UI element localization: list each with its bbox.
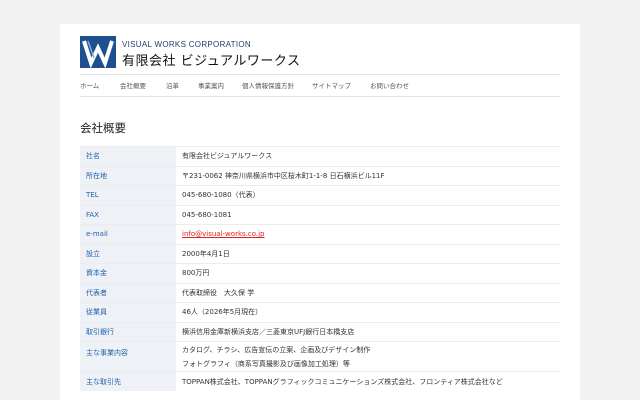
logo-japanese-name: 有限会社 ビジュアルワークス xyxy=(122,54,301,69)
row-label: 代表者 xyxy=(80,282,176,303)
table-row: FAX 045-680-1081 xyxy=(80,204,560,225)
table-row: 主な事業内容 カタログ、チラシ、広告宣伝の立案、企画及びデザイン制作 フォトグラ… xyxy=(80,341,560,372)
row-label: 取引銀行 xyxy=(80,321,176,342)
table-row: e-mail info@visual-works.co.jp xyxy=(80,224,560,244)
table-row: TEL 045-680-1080（代表） xyxy=(80,185,560,205)
row-value: 有限会社ビジュアルワークス xyxy=(176,146,560,166)
row-value: 〒231-0062 神奈川県横浜市中区桜木町1-1-8 日石横浜ビル11F xyxy=(176,165,560,186)
row-label: 所在地 xyxy=(80,165,176,186)
nav-sitemap[interactable]: サイトマップ xyxy=(312,80,370,90)
page-title: 会社概要 xyxy=(80,121,126,135)
nav-business[interactable]: 事業案内 xyxy=(198,80,242,90)
table-row: 社名 有限会社ビジュアルワークス xyxy=(80,146,560,166)
table-row: 所在地 〒231-0062 神奈川県横浜市中区桜木町1-1-8 日石横浜ビル11… xyxy=(80,165,560,186)
row-value: 横浜信用金庫新横浜支店／三菱東京UFJ銀行日本橋支店 xyxy=(176,321,560,342)
row-label: 主な取引先 xyxy=(80,371,176,391)
main-navigation: ホーム 会社概要 沿革 事業案内 個人情報保護方針 サイトマップ お問い合わせ xyxy=(80,74,430,96)
table-row: 従業員 46人（2026年5月現在） xyxy=(80,302,560,322)
row-value: 045-680-1080（代表） xyxy=(176,185,560,205)
nav-home[interactable]: ホーム xyxy=(80,80,120,90)
row-value: 800万円 xyxy=(176,263,560,283)
row-value: TOPPAN株式会社、TOPPANグラフィックコミュニケーションズ株式会社、フロ… xyxy=(176,371,560,391)
row-value: カタログ、チラシ、広告宣伝の立案、企画及びデザイン制作 フォトグラフィ（商系写真… xyxy=(176,341,560,372)
nav-contact[interactable]: お問い合わせ xyxy=(370,80,430,90)
row-label: 資本金 xyxy=(80,263,176,283)
company-info-table: 社名 有限会社ビジュアルワークス 所在地 〒231-0062 神奈川県横浜市中区… xyxy=(80,146,560,391)
table-row: 代表者 代表取締役 大久保 学 xyxy=(80,282,560,303)
company-logo-icon[interactable] xyxy=(80,36,116,68)
row-value: info@visual-works.co.jp xyxy=(176,224,560,244)
row-value: 2000年4月1日 xyxy=(176,243,560,264)
row-value: 46人（2026年5月現在） xyxy=(176,302,560,322)
nav-company-profile[interactable]: 会社概要 xyxy=(120,80,166,90)
row-value-line: フォトグラフィ（商系写真撮影及び画像加工処理）等 xyxy=(182,359,350,368)
nav-bottom-divider xyxy=(80,96,560,97)
row-label: TEL xyxy=(80,185,176,205)
row-value: 045-680-1081 xyxy=(176,204,560,225)
row-label: FAX xyxy=(80,204,176,225)
row-label: 主な事業内容 xyxy=(80,341,176,372)
table-row: 取引銀行 横浜信用金庫新横浜支店／三菱東京UFJ銀行日本橋支店 xyxy=(80,321,560,342)
nav-history[interactable]: 沿革 xyxy=(166,80,198,90)
table-row: 主な取引先 TOPPAN株式会社、TOPPANグラフィックコミュニケーションズ株… xyxy=(80,371,560,391)
page-container: VISUAL WORKS CORPORATION 有限会社 ビジュアルワークス … xyxy=(60,24,580,400)
row-value: 代表取締役 大久保 学 xyxy=(176,282,560,303)
table-row: 資本金 800万円 xyxy=(80,263,560,283)
row-label: 設立 xyxy=(80,243,176,264)
row-label: e-mail xyxy=(80,224,176,244)
nav-privacy-policy[interactable]: 個人情報保護方針 xyxy=(242,80,312,90)
email-link[interactable]: info@visual-works.co.jp xyxy=(182,230,265,238)
row-label: 従業員 xyxy=(80,302,176,322)
row-label: 社名 xyxy=(80,146,176,166)
table-row: 設立 2000年4月1日 xyxy=(80,243,560,264)
row-value-line: カタログ、チラシ、広告宣伝の立案、企画及びデザイン制作 xyxy=(182,345,371,354)
logo-english-name: VISUAL WORKS CORPORATION xyxy=(122,40,251,49)
